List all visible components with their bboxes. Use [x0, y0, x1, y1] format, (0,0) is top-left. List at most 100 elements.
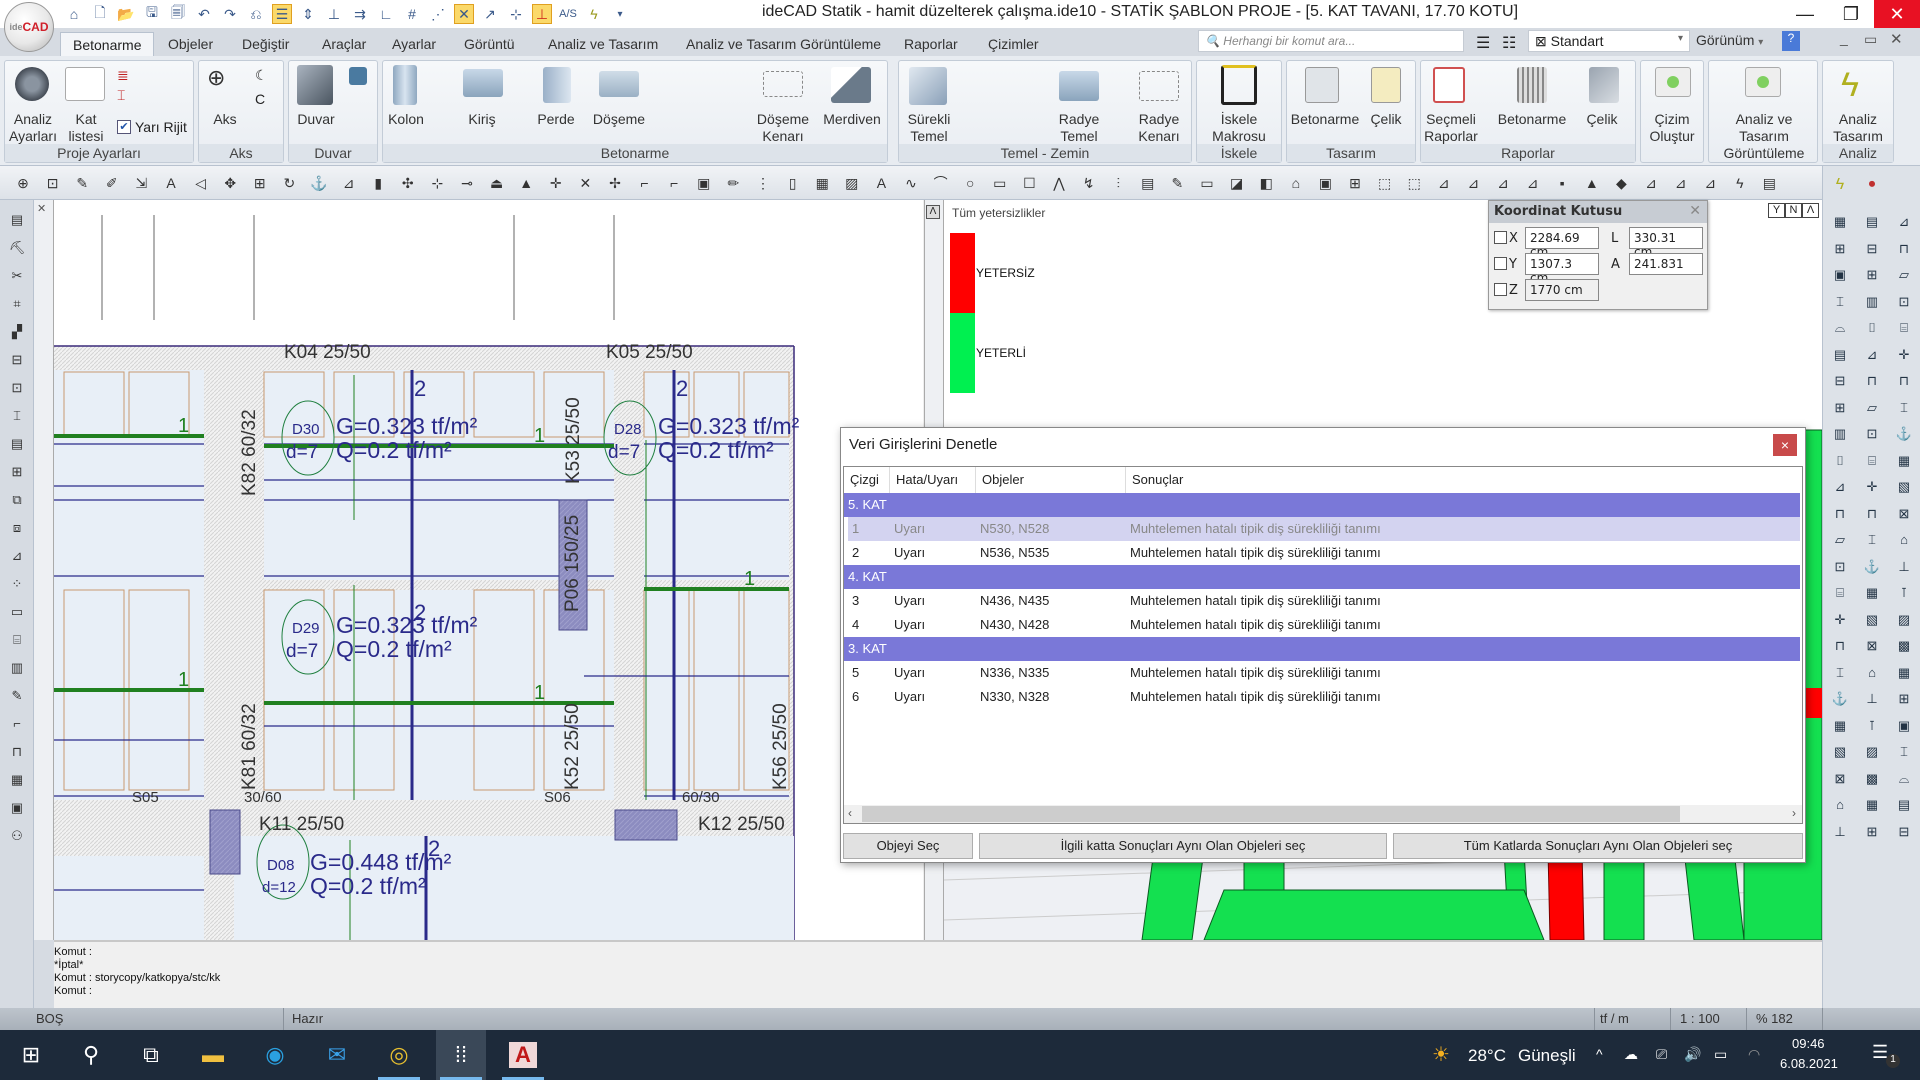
array-icon[interactable]: ✣ — [399, 174, 417, 192]
analysis-settings-button[interactable]: Analiz Ayarları — [7, 111, 59, 145]
weather-temp[interactable]: 28°C — [1468, 1046, 1506, 1066]
side-tool-icon[interactable]: ⌷ — [1830, 453, 1850, 473]
side-tool-icon[interactable]: ⊡ — [1830, 559, 1850, 579]
collapse-up-icon[interactable]: Λ — [926, 205, 940, 219]
app-logo-button[interactable]: ide CAD — [4, 2, 54, 52]
copy-icon[interactable]: ⊞ — [251, 174, 269, 192]
tool-a-icon[interactable]: ⛏ — [7, 240, 27, 260]
column-header-line[interactable]: Çizgi — [844, 467, 890, 493]
fillet-icon[interactable]: ⌐ — [636, 174, 654, 192]
tool-t-icon[interactable]: ▦ — [7, 772, 27, 792]
side-tool-icon[interactable]: ▤ — [1830, 347, 1850, 367]
idecad-icon[interactable]: ⁞⁞ — [436, 1030, 486, 1080]
steel-report-button[interactable]: Çelik — [1577, 111, 1627, 128]
side-tool-icon[interactable]: ⊠ — [1830, 771, 1850, 791]
coordinate-box-header[interactable]: Koordinat Kutusu ✕ — [1489, 201, 1707, 223]
floor-group-header[interactable]: 3. KAT — [844, 637, 1800, 661]
stamp-icon[interactable]: ⏏ — [488, 174, 506, 192]
x-coordinate-field[interactable]: 2284.69 cm — [1525, 227, 1599, 259]
side-tool-icon[interactable]: ✛ — [1830, 612, 1850, 632]
open-icon[interactable]: 📂 — [116, 4, 136, 24]
side-tool-icon[interactable]: ▣ — [1830, 267, 1850, 287]
sel-a-icon[interactable]: ⬚ — [1376, 174, 1394, 192]
tri-d-icon[interactable]: ⊿ — [1524, 174, 1542, 192]
new-file-icon[interactable]: 🗋 — [90, 4, 110, 24]
tool-c-icon[interactable]: ⌗ — [7, 296, 27, 316]
analysis-icon[interactable]: ϟ — [584, 4, 604, 24]
rectangle-icon[interactable]: ▭ — [991, 174, 1009, 192]
grid-lock-icon[interactable]: # — [402, 4, 422, 24]
result-row[interactable]: 5 Uyarı N336, N335 Muhtelemen hatalı tip… — [848, 661, 1800, 685]
side-tool-icon[interactable]: ⌶ — [1894, 744, 1914, 764]
analysis-view-button[interactable]: Analiz ve Tasarım Görüntüleme — [1709, 111, 1819, 162]
snap-corner-icon[interactable]: ∟ — [376, 4, 396, 24]
analysis-design-button[interactable]: Analiz Tasarım — [1823, 111, 1893, 145]
arc-axis-icon[interactable]: ☾ — [255, 67, 268, 84]
steel-design-button[interactable]: Çelik — [1363, 111, 1409, 128]
style-select[interactable]: ⊠ Standart ▾ — [1528, 30, 1690, 52]
column-header-objects[interactable]: Objeler — [976, 467, 1126, 493]
dialog-close-button[interactable]: × — [1773, 434, 1797, 456]
shear-wall-button[interactable]: Perde — [533, 111, 579, 128]
tool-b-icon[interactable]: ✂ — [7, 268, 27, 288]
pick-icon[interactable]: ⇲ — [132, 174, 150, 192]
side-tool-icon[interactable]: ⚓ — [1862, 559, 1882, 579]
redo-icon[interactable]: ↷ — [220, 4, 240, 24]
move-icon[interactable]: ✥ — [221, 174, 239, 192]
raft-edge-button[interactable]: Radye Kenarı — [1129, 111, 1189, 145]
side-tool-icon[interactable]: ⊞ — [1862, 267, 1882, 287]
save-icon[interactable]: 🖫 — [142, 4, 162, 24]
side-tool-icon[interactable]: ⊞ — [1894, 691, 1914, 711]
plan-drawing-canvas[interactable]: K04 25/50 K05 25/50 K11 25/50 K12 25/50 … — [54, 200, 924, 940]
result-row[interactable]: 2 Uyarı N536, N535 Muhtelemen hatalı tip… — [848, 541, 1800, 565]
strip-footing-button[interactable]: Sürekli Temel — [901, 111, 957, 145]
side-tool-icon[interactable]: ✛ — [1862, 479, 1882, 499]
layer-stack-icon[interactable]: ☰ — [1476, 33, 1490, 53]
side-tool-icon[interactable]: ⊿ — [1830, 479, 1850, 499]
slope-icon[interactable]: ⋀ — [1050, 174, 1068, 192]
side-tool-icon[interactable]: ▦ — [1862, 797, 1882, 817]
undo-icon[interactable]: ↶ — [194, 4, 214, 24]
tab-analiz-tasarim[interactable]: Analiz ve Tasarım — [536, 32, 670, 56]
column-header-type[interactable]: Hata/Uyarı — [890, 467, 976, 493]
snap-end-icon[interactable]: ↗ — [480, 4, 500, 24]
view-collapse-button[interactable]: Λ — [1802, 203, 1819, 218]
side-tool-icon[interactable]: ⌶ — [1830, 665, 1850, 685]
axis-x-icon[interactable]: ⊿ — [1642, 174, 1660, 192]
undo-history-icon[interactable]: ⎌ — [246, 4, 266, 24]
battery-icon[interactable]: ▭ — [1714, 1046, 1727, 1063]
z-lock-checkbox[interactable] — [1494, 283, 1507, 296]
camera-icon[interactable]: ⎚ — [1656, 1046, 1667, 1063]
slab-edge-button[interactable]: Döşeme Kenarı — [751, 111, 815, 145]
grid-dots-icon[interactable]: ⋮ — [754, 174, 772, 192]
side-tool-icon[interactable]: ⌂ — [1862, 665, 1882, 685]
side-tool-icon[interactable]: ▦ — [1830, 718, 1850, 738]
tab-goruntu[interactable]: Görüntü — [452, 32, 527, 56]
side-tool-icon[interactable]: ▩ — [1862, 771, 1882, 791]
floor-group-header[interactable]: 4. KAT — [844, 565, 1800, 589]
mdi-close-icon[interactable]: ✕ — [1890, 30, 1903, 48]
side-tool-icon[interactable]: ⊡ — [1862, 426, 1882, 446]
tool-g-icon[interactable]: ⌶ — [7, 408, 27, 428]
side-tool-icon[interactable]: ▥ — [1862, 294, 1882, 314]
tab-degistir[interactable]: Değiştir — [230, 32, 301, 56]
measure-icon[interactable]: ▭ — [1198, 174, 1216, 192]
help-icon[interactable]: ? — [1782, 31, 1800, 51]
layout-icon[interactable]: ⊞ — [1346, 174, 1364, 192]
shade-icon[interactable]: ◧ — [1257, 174, 1275, 192]
side-tool-icon[interactable]: ⌓ — [1830, 320, 1850, 340]
stair-button[interactable]: Merdiven — [819, 111, 885, 128]
hatch-icon[interactable]: ▨ — [843, 174, 861, 192]
side-tool-icon[interactable]: ▦ — [1830, 214, 1850, 234]
tri-c-icon[interactable]: ⊿ — [1494, 174, 1512, 192]
side-tool-icon[interactable]: ⌂ — [1894, 532, 1914, 552]
side-tool-icon[interactable]: ▦ — [1862, 585, 1882, 605]
tool-v-icon[interactable]: ⚇ — [7, 828, 27, 848]
y-coordinate-field[interactable]: 1307.3 cm — [1525, 253, 1599, 285]
tri-b-icon[interactable]: ⊿ — [1464, 174, 1482, 192]
search-icon[interactable]: ⚲ — [66, 1030, 116, 1080]
weather-icon[interactable]: ☀ — [1432, 1042, 1450, 1067]
z-coordinate-field[interactable]: 1770 cm — [1525, 279, 1599, 301]
column-button[interactable]: Kolon — [383, 111, 429, 128]
task-view-icon[interactable]: ⧉ — [126, 1030, 176, 1080]
